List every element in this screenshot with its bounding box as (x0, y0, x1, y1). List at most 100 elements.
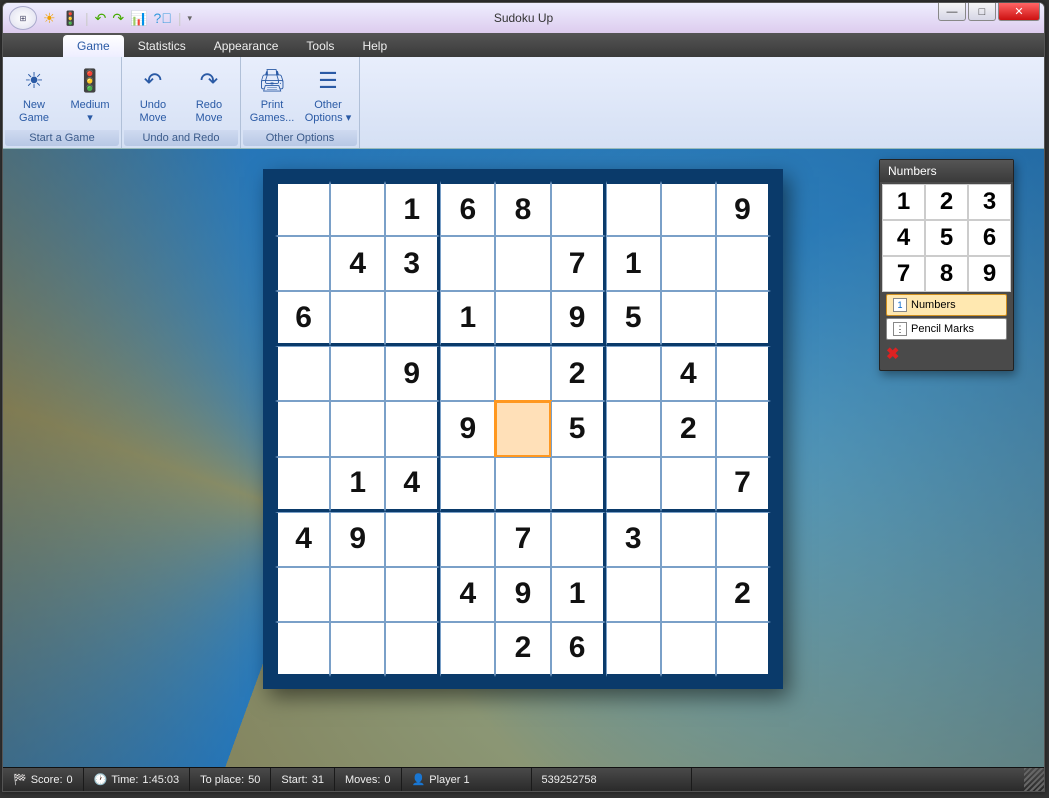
cell-r5-c1[interactable]: 1 (330, 457, 385, 512)
mode-numbers-button[interactable]: 1Numbers (886, 294, 1007, 316)
cell-r1-c0[interactable] (275, 236, 330, 291)
cell-r6-c0[interactable]: 4 (275, 512, 330, 567)
qat-difficulty-icon[interactable]: 🚦 (62, 10, 79, 27)
cell-r3-c6[interactable] (606, 346, 661, 401)
cell-r1-c5[interactable]: 7 (551, 236, 606, 291)
cell-r4-c0[interactable] (275, 401, 330, 456)
cell-r0-c3[interactable]: 6 (440, 181, 495, 236)
cell-r5-c2[interactable]: 4 (385, 457, 440, 512)
cell-r6-c1[interactable]: 9 (330, 512, 385, 567)
close-button[interactable]: ✕ (998, 3, 1040, 21)
cell-r8-c6[interactable] (606, 622, 661, 677)
cell-r5-c8[interactable]: 7 (716, 457, 771, 512)
cell-r6-c8[interactable] (716, 512, 771, 567)
cell-r8-c4[interactable]: 2 (495, 622, 550, 677)
cell-r5-c0[interactable] (275, 457, 330, 512)
mode-pencil-button[interactable]: ⋮Pencil Marks (886, 318, 1007, 340)
cell-r5-c3[interactable] (440, 457, 495, 512)
cell-r6-c3[interactable] (440, 512, 495, 567)
tab-help[interactable]: Help (348, 35, 401, 57)
cell-r5-c4[interactable] (495, 457, 550, 512)
numpad-8-button[interactable]: 8 (925, 256, 968, 292)
ribbon-medium-button[interactable]: 🚦Medium▾ (63, 61, 117, 128)
cell-r1-c4[interactable] (495, 236, 550, 291)
numpad-4-button[interactable]: 4 (882, 220, 925, 256)
cell-r6-c5[interactable] (551, 512, 606, 567)
cell-r8-c7[interactable] (661, 622, 716, 677)
cell-r2-c7[interactable] (661, 291, 716, 346)
cell-r6-c2[interactable] (385, 512, 440, 567)
tab-tools[interactable]: Tools (292, 35, 348, 57)
cell-r0-c0[interactable] (275, 181, 330, 236)
qat-dropdown-icon[interactable]: ▾ (187, 13, 192, 24)
cell-r4-c8[interactable] (716, 401, 771, 456)
qat-stats-icon[interactable]: 📊 (130, 10, 147, 27)
cell-r6-c7[interactable] (661, 512, 716, 567)
cell-r0-c4[interactable]: 8 (495, 181, 550, 236)
cell-r1-c1[interactable]: 4 (330, 236, 385, 291)
cell-r4-c5[interactable]: 5 (551, 401, 606, 456)
cell-r3-c3[interactable] (440, 346, 495, 401)
qat-undo-icon[interactable]: ↶ (95, 10, 107, 27)
numpad-5-button[interactable]: 5 (925, 220, 968, 256)
qat-new-icon[interactable]: ☀ (43, 10, 56, 27)
qat-redo-icon[interactable]: ↷ (112, 10, 124, 27)
tab-game[interactable]: Game (63, 35, 124, 57)
cell-r2-c8[interactable] (716, 291, 771, 346)
app-icon[interactable]: ⊞ (9, 6, 37, 30)
erase-button[interactable]: ✖ (886, 344, 1007, 364)
cell-r0-c5[interactable] (551, 181, 606, 236)
cell-r1-c8[interactable] (716, 236, 771, 291)
numpad-2-button[interactable]: 2 (925, 184, 968, 220)
minimize-button[interactable]: — (938, 3, 966, 21)
cell-r0-c8[interactable]: 9 (716, 181, 771, 236)
cell-r0-c7[interactable] (661, 181, 716, 236)
cell-r8-c0[interactable] (275, 622, 330, 677)
ribbon-other-button[interactable]: ☰OtherOptions ▾ (301, 61, 355, 128)
cell-r8-c8[interactable] (716, 622, 771, 677)
cell-r7-c8[interactable]: 2 (716, 567, 771, 622)
cell-r2-c1[interactable] (330, 291, 385, 346)
numpad-7-button[interactable]: 7 (882, 256, 925, 292)
cell-r2-c6[interactable]: 5 (606, 291, 661, 346)
cell-r1-c7[interactable] (661, 236, 716, 291)
numpad-1-button[interactable]: 1 (882, 184, 925, 220)
cell-r1-c2[interactable]: 3 (385, 236, 440, 291)
cell-r3-c4[interactable] (495, 346, 550, 401)
ribbon-redo-button[interactable]: ↷RedoMove (182, 61, 236, 128)
cell-r3-c5[interactable]: 2 (551, 346, 606, 401)
cell-r2-c3[interactable]: 1 (440, 291, 495, 346)
cell-r3-c0[interactable] (275, 346, 330, 401)
cell-r0-c2[interactable]: 1 (385, 181, 440, 236)
numpad-9-button[interactable]: 9 (968, 256, 1011, 292)
tab-statistics[interactable]: Statistics (124, 35, 200, 57)
cell-r4-c6[interactable] (606, 401, 661, 456)
cell-r5-c6[interactable] (606, 457, 661, 512)
cell-r0-c6[interactable] (606, 181, 661, 236)
cell-r7-c2[interactable] (385, 567, 440, 622)
cell-r1-c3[interactable] (440, 236, 495, 291)
cell-r5-c5[interactable] (551, 457, 606, 512)
cell-r8-c1[interactable] (330, 622, 385, 677)
cell-r3-c1[interactable] (330, 346, 385, 401)
maximize-button[interactable]: □ (968, 3, 996, 21)
cell-r7-c0[interactable] (275, 567, 330, 622)
cell-r7-c7[interactable] (661, 567, 716, 622)
tab-appearance[interactable]: Appearance (200, 35, 293, 57)
ribbon-new-button[interactable]: ☀NewGame (7, 61, 61, 128)
cell-r7-c3[interactable]: 4 (440, 567, 495, 622)
cell-r3-c2[interactable]: 9 (385, 346, 440, 401)
cell-r5-c7[interactable] (661, 457, 716, 512)
cell-r4-c1[interactable] (330, 401, 385, 456)
cell-r7-c4[interactable]: 9 (495, 567, 550, 622)
cell-r7-c1[interactable] (330, 567, 385, 622)
cell-r4-c3[interactable]: 9 (440, 401, 495, 456)
cell-r4-c7[interactable]: 2 (661, 401, 716, 456)
numpad-6-button[interactable]: 6 (968, 220, 1011, 256)
cell-r7-c6[interactable] (606, 567, 661, 622)
cell-r2-c0[interactable]: 6 (275, 291, 330, 346)
cell-r3-c8[interactable] (716, 346, 771, 401)
cell-r6-c4[interactable]: 7 (495, 512, 550, 567)
cell-r7-c5[interactable]: 1 (551, 567, 606, 622)
ribbon-print-button[interactable]: 🖨PrintGames... (245, 61, 299, 128)
